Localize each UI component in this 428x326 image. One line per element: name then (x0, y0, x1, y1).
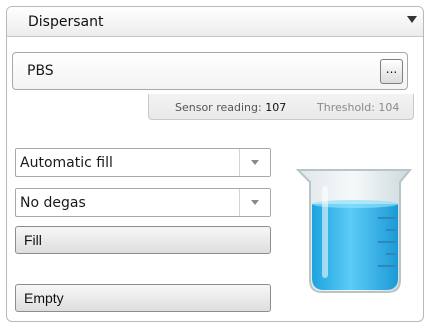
degas-mode-dropdown-button[interactable] (239, 189, 270, 216)
threshold-label: Threshold: 104 (317, 101, 400, 114)
chevron-down-icon (251, 160, 259, 165)
fill-mode-value: Automatic fill (20, 155, 113, 171)
fill-button[interactable]: Fill (15, 226, 271, 254)
panel-header[interactable]: Dispersant (7, 7, 423, 37)
degas-mode-value: No degas (20, 195, 86, 211)
sensor-reading-label: Sensor reading: (175, 101, 262, 114)
empty-button[interactable]: Empty (15, 284, 271, 312)
fill-mode-select[interactable]: Automatic fill (15, 148, 271, 177)
sensor-reading: Sensor reading: 107 (175, 101, 286, 114)
dispersant-value: PBS (27, 63, 54, 79)
chevron-down-icon (251, 200, 259, 205)
beaker-icon (296, 169, 413, 293)
sensor-reading-value: 107 (265, 101, 287, 114)
fill-mode-dropdown-button[interactable] (239, 149, 270, 176)
collapse-arrow-icon[interactable] (407, 16, 417, 23)
dispersant-field[interactable]: PBS ... (12, 52, 408, 90)
panel-title: Dispersant (28, 14, 104, 30)
sensor-readout: Sensor reading: 107 Threshold: 104 (148, 94, 414, 120)
browse-button[interactable]: ... (380, 59, 403, 84)
degas-mode-select[interactable]: No degas (15, 188, 271, 217)
